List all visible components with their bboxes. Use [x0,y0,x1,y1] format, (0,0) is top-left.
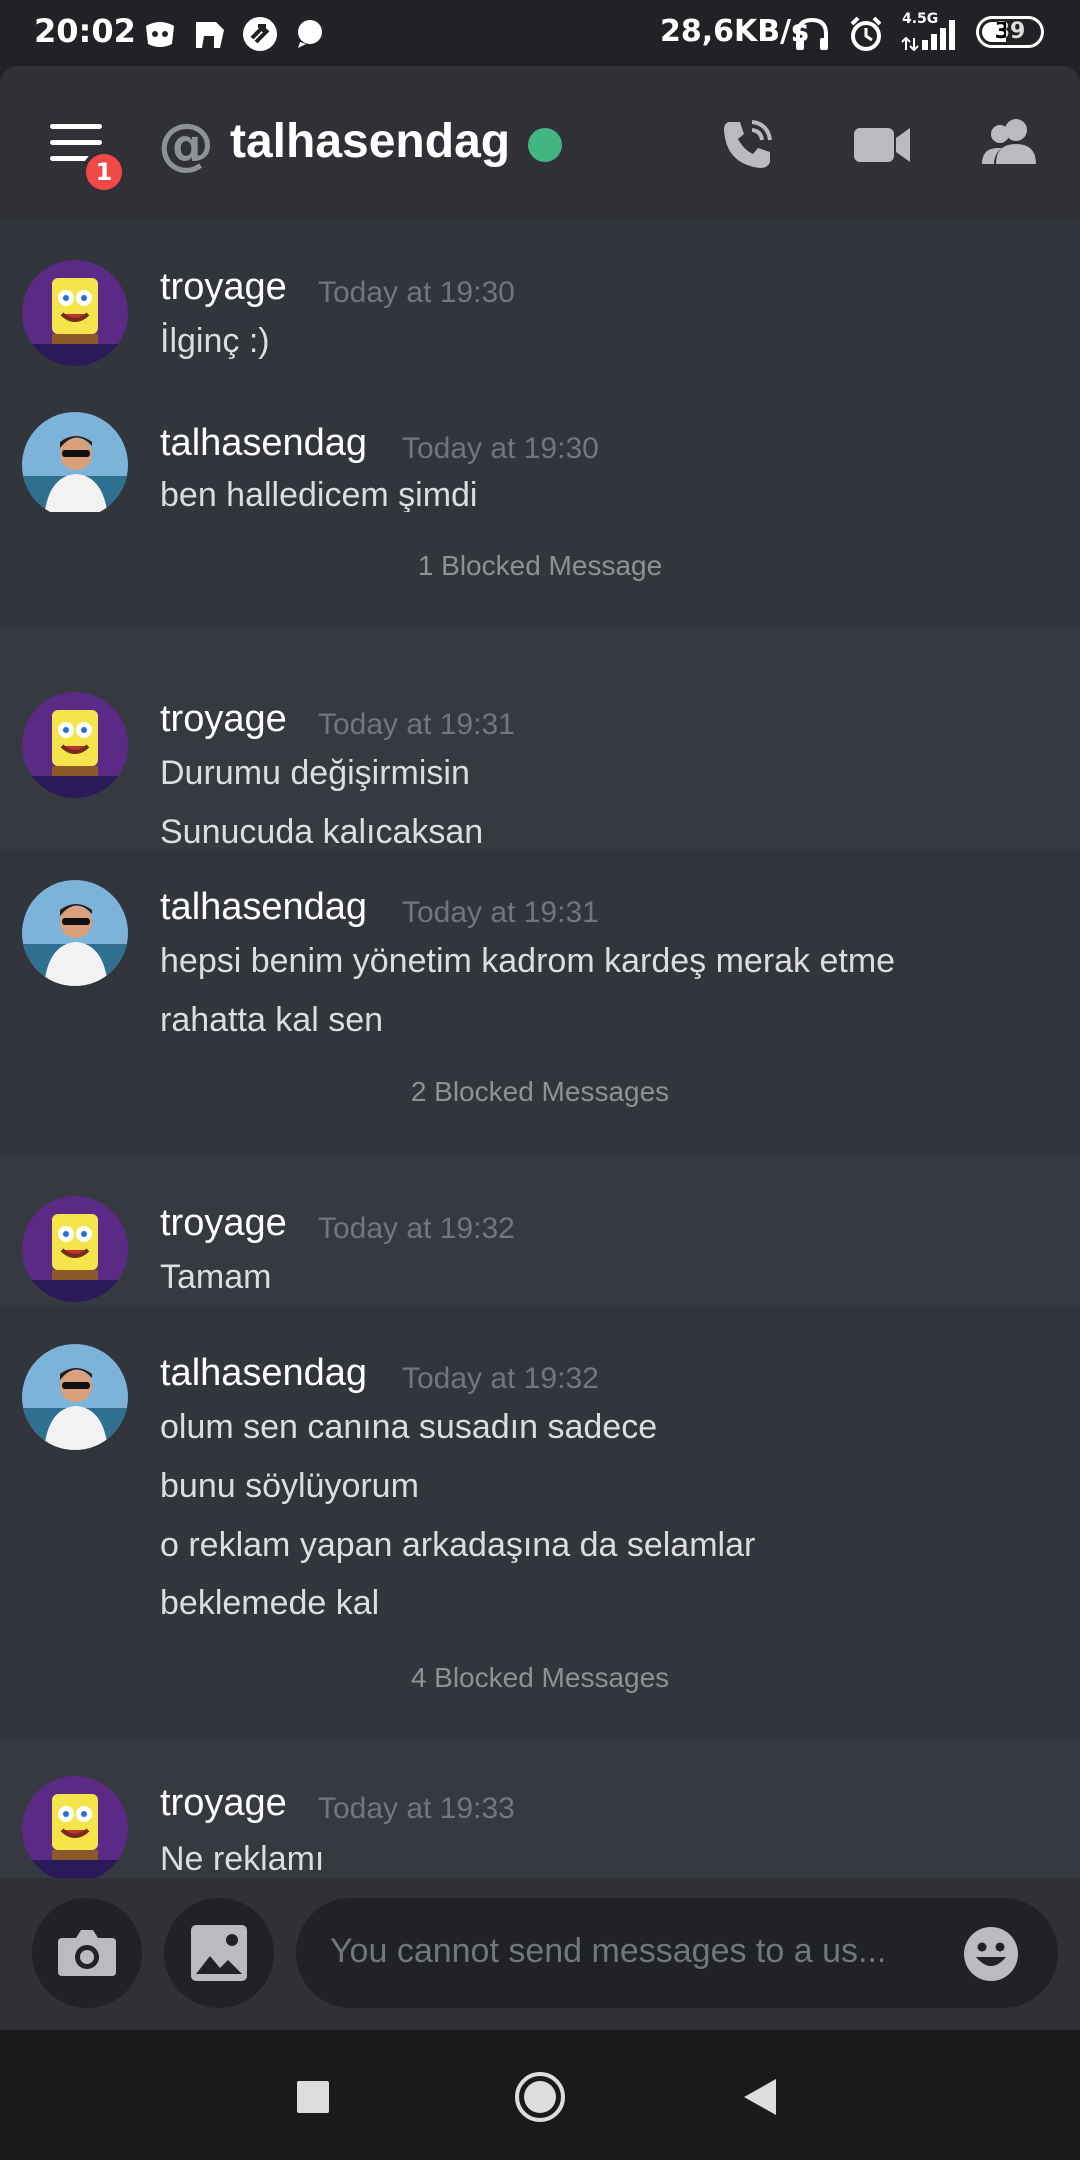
message[interactable]: troyage Today at 19:30 İlginç :) [0,220,1080,376]
blocked-messages-notice[interactable]: 1 Blocked Message [0,512,1080,628]
back-icon[interactable] [742,2077,778,2117]
headset-icon [796,17,828,50]
blocked-messages-label[interactable]: 2 Blocked Messages [0,1076,1080,1108]
header: 1 @ talhasendag [0,66,1080,220]
status-bar: 20:02 28,6KB/s 4.5G 39 [0,0,1080,66]
message-text: rahatta kal sen [160,1001,384,1039]
camera-button[interactable] [32,1898,142,2008]
message-text: Ne reklamı [160,1840,325,1878]
message[interactable]: troyage Today at 19:33 Ne reklamı [0,1750,1080,1878]
message-timestamp: Today at 19:32 [318,1212,515,1245]
blocked-messages-label[interactable]: 1 Blocked Message [0,550,1080,582]
video-camera-icon[interactable] [850,112,914,176]
message-list[interactable]: troyage Today at 19:30 İlginç :) talhase… [0,220,1080,1878]
message-input-placeholder: You cannot send messages to a us... [330,1932,887,1970]
members-icon[interactable] [980,112,1044,176]
message-timestamp: Today at 19:30 [318,276,515,309]
blocked-messages-notice[interactable]: 2 Blocked Messages [0,1038,1080,1154]
home-icon[interactable] [513,2070,567,2124]
message-author[interactable]: talhasendag [160,886,367,929]
header-bar: 1 @ talhasendag [0,66,1080,220]
message-text: İlginç :) [160,322,270,360]
message-text: hepsi benim yönetim kadrom kardeş merak … [160,942,896,980]
message-author[interactable]: troyage [160,1782,287,1825]
message-author[interactable]: troyage [160,266,287,309]
image-button[interactable] [164,1898,274,2008]
screen: 20:02 28,6KB/s 4.5G 39 1 @ talhasendag t… [0,0,1080,2160]
message-timestamp: Today at 19:31 [402,896,599,929]
status-time: 20:02 [34,12,136,50]
message-author[interactable]: talhasendag [160,422,367,465]
message-text: Sunucuda kalıcaksan [160,813,484,851]
app-notification-icon [196,22,224,48]
avatar-talhasendag[interactable] [22,412,128,518]
message-text: ben halledicem şimdi [160,476,478,514]
message-input[interactable]: You cannot send messages to a us... [296,1898,1058,2008]
message-text: beklemede kal [160,1584,380,1622]
channel-title[interactable]: talhasendag [230,114,510,169]
network-speed: 28,6KB/s [660,14,809,49]
blocked-messages-label[interactable]: 4 Blocked Messages [0,1662,1080,1694]
message[interactable]: talhasendag Today at 19:30 ben halledice… [0,376,1080,518]
message-author[interactable]: troyage [160,1202,287,1245]
message-timestamp: Today at 19:32 [402,1362,599,1395]
message-author[interactable]: talhasendag [160,1352,367,1395]
at-icon: @ [158,112,214,177]
online-status-indicator [528,128,562,162]
message-timestamp: Today at 19:30 [402,432,599,465]
message-timestamp: Today at 19:33 [318,1792,515,1825]
message[interactable]: troyage Today at 19:31 Durumu değişirmis… [0,650,1080,851]
blocked-messages-notice[interactable]: 4 Blocked Messages [0,1624,1080,1740]
system-nav-bar [0,2030,1080,2160]
message-text: bunu söylüyorum [160,1467,419,1505]
camera-icon [58,1930,116,1976]
alarm-icon [850,16,882,51]
chat-notification-icon [298,20,322,48]
phone-call-icon[interactable] [716,112,780,176]
unread-badge: 1 [82,150,126,194]
message-text: Tamam [160,1258,272,1296]
message-timestamp: Today at 19:31 [318,708,515,741]
message-text: o reklam yapan arkadaşına da selamlar [160,1526,756,1564]
input-bar: You cannot send messages to a us... [0,1878,1080,2030]
battery-level: 39 [994,19,1026,44]
discord-notification-icon [146,22,174,47]
message[interactable]: troyage Today at 19:32 Tamam [0,1164,1080,1306]
avatar-troyage[interactable] [22,260,128,366]
message-text: Durumu değişirmisin [160,754,470,792]
avatar-talhasendag[interactable] [22,880,128,986]
avatar-troyage[interactable] [22,692,128,798]
battery-indicator: 39 [976,16,1044,48]
remote-notification-icon [243,17,277,51]
avatar-troyage[interactable] [22,1776,128,1878]
emoji-icon[interactable] [962,1925,1020,1983]
message-author[interactable]: troyage [160,698,287,741]
message-text: olum sen canına susadın sadece [160,1408,658,1446]
image-icon [191,1925,247,1981]
avatar-troyage[interactable] [22,1196,128,1302]
avatar-talhasendag[interactable] [22,1344,128,1450]
signal-icon [901,20,955,52]
recents-icon[interactable] [296,2080,330,2114]
message[interactable]: talhasendag Today at 19:32 olum sen canı… [0,1306,1080,1624]
